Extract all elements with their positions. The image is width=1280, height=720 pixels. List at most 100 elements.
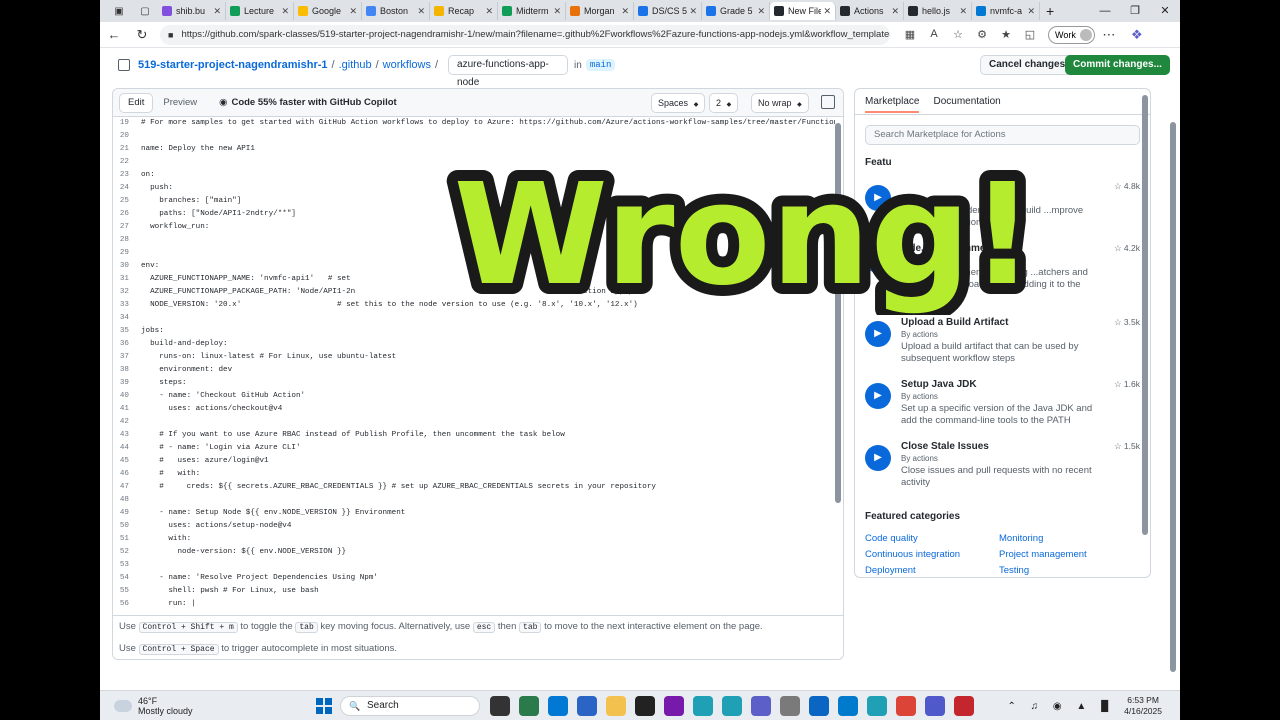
marketplace-action[interactable]: ▶ Upload a Build Artifact By actions Upload… [865,317,1140,375]
back-icon[interactable]: ← [100,27,128,42]
code-line[interactable]: 52 node-version: ${{ env.NODE_VERSION }} [113,546,835,559]
browser-tab[interactable]: Lecture ✕ [226,2,294,20]
edge-icon[interactable] [722,696,742,716]
favorite-star-icon[interactable]: ☆ [946,28,970,41]
app-icon[interactable] [751,696,771,716]
browser-tab[interactable]: Grade 5 ✕ [702,2,770,20]
app-icon[interactable]: ▦ [898,28,922,41]
refresh-icon[interactable]: ↻ [128,27,156,43]
browser-tab[interactable]: Recap ✕ [430,2,498,20]
category-link[interactable]: Deployment [865,565,999,576]
outlook-icon[interactable] [577,696,597,716]
tab-edit[interactable]: Edit [119,92,154,113]
indent-mode-select[interactable]: Spaces [651,93,706,113]
code-line[interactable]: 44 # - name: 'Login via Azure CLI' [113,442,835,455]
breadcrumb-workflows-dir[interactable]: workflows [383,59,431,71]
code-line[interactable]: 42 [113,416,835,429]
code-line[interactable]: 40 - name: 'Checkout GitHub Action' [113,390,835,403]
close-tab-icon[interactable]: ✕ [1027,6,1035,17]
marketplace-search-input[interactable]: Search Marketplace for Actions [865,125,1140,145]
breadcrumb-github-dir[interactable]: .github [339,59,372,71]
app-icon[interactable] [548,696,568,716]
workspaces-icon[interactable]: ▣ [112,4,126,18]
code-line[interactable]: 50 uses: actions/setup-node@v4 [113,520,835,533]
marketplace-action[interactable]: ▶ Setup Java JDK By actions Set up a specif… [865,379,1140,437]
code-line[interactable]: 55 shell: pwsh # For Linux, use bash [113,585,835,598]
close-tab-icon[interactable]: ✕ [417,6,425,17]
close-tab-icon[interactable]: ✕ [621,6,629,17]
url-field[interactable]: ■ https://github.com/spark-classes/519-s… [160,24,890,45]
clock[interactable]: 6:53 PM 4/16/2025 [1124,695,1162,717]
category-link[interactable]: Continuous integration [865,549,999,560]
browser-tab[interactable]: DS/CS 5 ✕ [634,2,702,20]
code-line[interactable]: 57 pushd './${{ env.AZURE_FUNCTIONAPP_PA… [113,611,835,613]
page-scrollbar-thumb[interactable] [1170,122,1176,672]
code-line[interactable]: 41 uses: actions/checkout@v4 [113,403,835,416]
close-tab-icon[interactable]: ✕ [757,6,765,17]
teams-icon[interactable] [925,696,945,716]
browser-tab[interactable]: shib.bu ✕ [158,2,226,20]
category-link[interactable]: Project management [999,549,1133,560]
tray-icons[interactable]: ⌃ ♫ ◉ ▲ █ [1007,701,1114,712]
terminal-icon[interactable] [635,696,655,716]
browser-tab[interactable]: hello.js ✕ [904,2,972,20]
code-line[interactable]: 20 [113,130,835,143]
code-line[interactable]: 46 # with: [113,468,835,481]
vscode-icon[interactable] [838,696,858,716]
close-tab-icon[interactable]: ✕ [689,6,697,17]
new-tab-button[interactable]: + [1046,3,1054,19]
wrap-mode-select[interactable]: No wrap [751,93,809,113]
copilot-promo[interactable]: ◉ Code 55% faster with GitHub Copilot [219,97,397,108]
taskbar-search[interactable]: Search [340,696,480,716]
code-line[interactable]: 35 jobs: [113,325,835,338]
edge-icon[interactable] [867,696,887,716]
close-tab-icon[interactable]: ✕ [553,6,561,17]
breadcrumb-repo[interactable]: 519-starter-project-nagendramishr-1 [138,59,328,71]
edge-icon[interactable] [693,696,713,716]
marketplace-action[interactable]: ▶ Close Stale Issues By actions Close issue… [865,441,1140,499]
more-menu-icon[interactable]: ⋯ [1095,27,1123,43]
onenote-icon[interactable] [664,696,684,716]
code-line[interactable]: 51 with: [113,533,835,546]
weather-widget[interactable]: 46°F Mostly cloudy [114,696,193,716]
code-line[interactable]: 39 steps: [113,377,835,390]
read-aloud-icon[interactable]: A [922,28,946,41]
windows-start-icon[interactable] [316,698,332,714]
tab-documentation[interactable]: Documentation [933,96,1000,107]
marketplace-scrollbar-thumb[interactable] [1142,95,1148,535]
code-line[interactable]: 56 run: | [113,598,835,611]
code-line[interactable]: 49 - name: Setup Node ${{ env.NODE_VERSI… [113,507,835,520]
copilot-icon[interactable]: ❖ [1123,27,1151,43]
marketplace-scrollbar[interactable] [1142,95,1148,573]
close-tab-icon[interactable]: ✕ [891,6,899,17]
category-link[interactable]: Testing [999,565,1133,576]
browser-tab[interactable]: Boston ✕ [362,2,430,20]
task-view-icon[interactable] [490,696,510,716]
close-tab-icon[interactable]: ✕ [281,6,289,17]
file-explorer-icon[interactable] [606,696,626,716]
close-window-icon[interactable]: ✕ [1150,0,1180,22]
extensions-icon[interactable]: ⚙ [970,28,994,41]
close-tab-icon[interactable]: ✕ [213,6,221,17]
browser-tab[interactable]: nvmfc-a ✕ [972,2,1040,20]
code-line[interactable]: 19 # For more samples to get started with… [113,117,835,130]
code-line[interactable]: 45 # uses: azure/login@v1 [113,455,835,468]
browser-tab[interactable]: Morgan ✕ [566,2,634,20]
filename-input[interactable]: azure-functions-app-node [448,55,569,88]
indent-size-select[interactable]: 2 [709,93,739,113]
page-scrollbar[interactable] [1170,94,1176,674]
profile-button[interactable]: Work [1048,25,1095,44]
category-link[interactable]: Code quality [865,533,999,544]
browser-tab[interactable]: Midterm ✕ [498,2,566,20]
browser-tab[interactable]: Google ✕ [294,2,362,20]
close-tab-icon[interactable]: ✕ [823,6,831,17]
code-line[interactable]: 54 - name: 'Resolve Project Dependencies… [113,572,835,585]
tab-marketplace[interactable]: Marketplace [865,96,920,113]
tab-preview[interactable]: Preview [157,97,203,108]
commit-changes-button[interactable]: Commit changes... [1065,55,1170,75]
minimize-icon[interactable]: — [1090,0,1120,22]
chrome-icon[interactable] [896,696,916,716]
code-line[interactable]: 36 build-and-deploy: [113,338,835,351]
tab-actions-icon[interactable]: ▢ [138,4,152,18]
collections-icon[interactable]: ◱ [1018,28,1042,41]
